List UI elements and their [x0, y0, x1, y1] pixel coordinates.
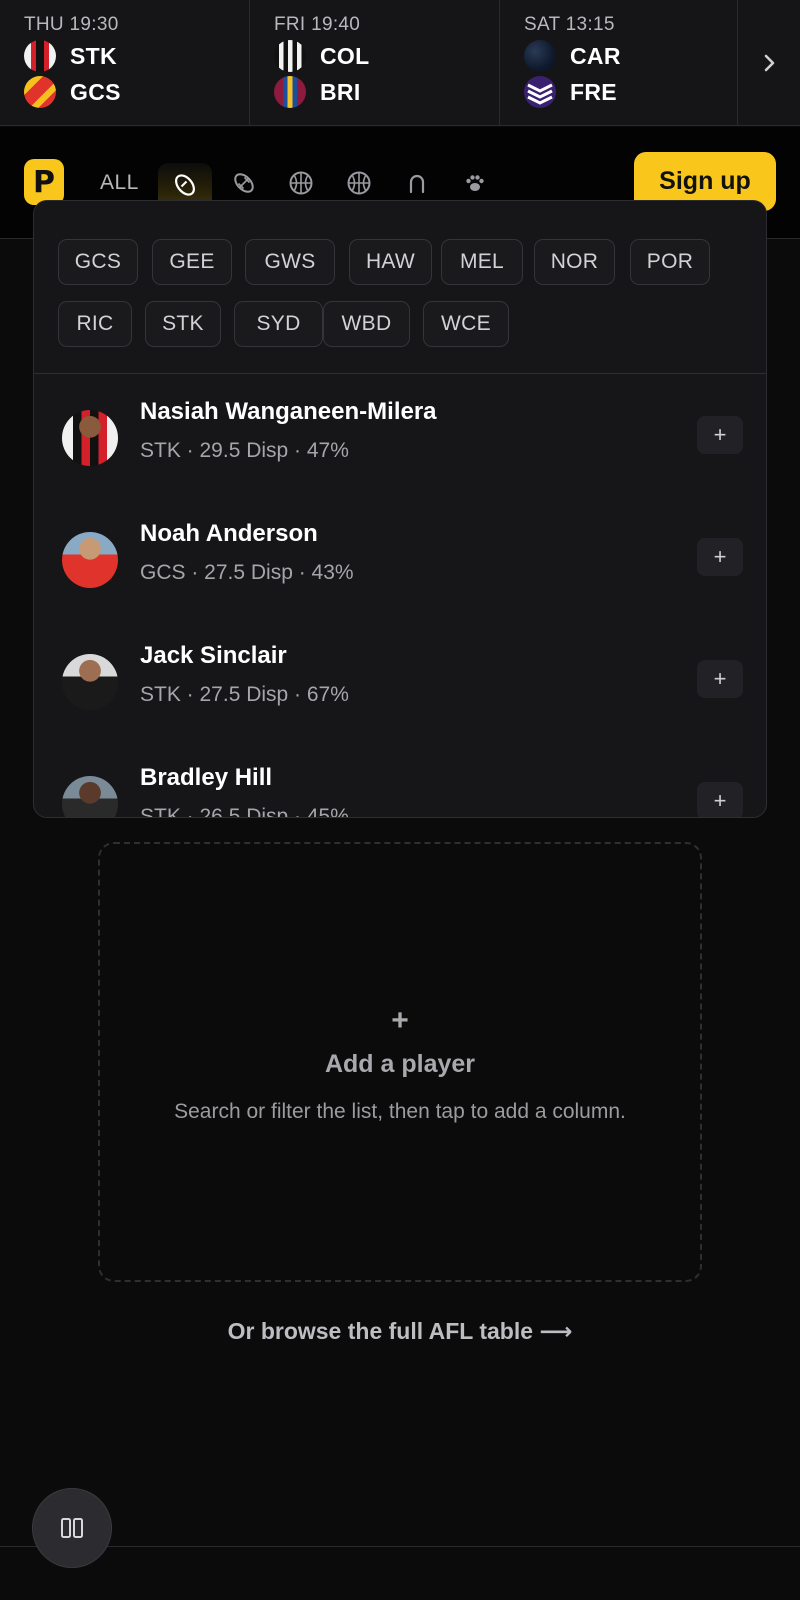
player-stats: STK · 29.5 Disp · 47%: [140, 439, 349, 462]
player-picker-panel: GCS GEE GWS HAW MEL NOR POR RIC STK SYD …: [33, 200, 767, 818]
empty-card-title: Add a player: [324, 1050, 476, 1078]
team-filter-chip[interactable]: WCE: [423, 301, 509, 347]
avatar: [62, 410, 118, 466]
basketball-icon: [289, 171, 313, 195]
fixture-away-team: FRE: [524, 74, 737, 110]
nav-tab-basketball[interactable]: [281, 163, 321, 203]
team-filter-chip[interactable]: SYD: [234, 301, 323, 347]
team-filter-chip[interactable]: POR: [630, 239, 710, 285]
bri-logo-icon: [274, 76, 306, 108]
browse-afl-table-link[interactable]: Or browse the full AFL table ⟶: [0, 1318, 800, 1345]
car-logo-icon: [524, 40, 556, 72]
team-code: FRE: [570, 78, 617, 105]
player-row[interactable]: Nasiah Wanganeen-Milera STK · 29.5 Disp …: [34, 374, 766, 496]
team-code: CAR: [570, 42, 621, 69]
fixture-home-team: CAR: [524, 38, 737, 74]
team-filter-chip[interactable]: GWS: [245, 239, 335, 285]
player-row[interactable]: Bradley Hill STK · 26.5 Disp · 45% +: [34, 740, 766, 818]
team-filter-chip[interactable]: RIC: [58, 301, 132, 347]
basketball-icon: [347, 171, 371, 195]
player-name: Nasiah Wanganeen-Milera: [140, 398, 437, 425]
team-code: GCS: [70, 78, 121, 105]
team-filter-chip[interactable]: MEL: [441, 239, 523, 285]
col-logo-icon: [274, 40, 306, 72]
team-filter-chip[interactable]: HAW: [349, 239, 432, 285]
fixture-time: THU 19:30: [24, 14, 119, 35]
horseshoe-icon: [409, 174, 425, 194]
player-stats: GCS · 27.5 Disp · 43%: [140, 561, 354, 584]
team-filter-chip[interactable]: NOR: [534, 239, 615, 285]
rugby-ball-icon: [234, 173, 254, 193]
nav-all-tab[interactable]: ALL: [100, 171, 139, 195]
nav-tab-greyhounds[interactable]: [455, 163, 495, 203]
add-player-button[interactable]: +: [697, 538, 743, 576]
add-player-button[interactable]: +: [697, 782, 743, 817]
nav-tab-basketball-2[interactable]: [339, 163, 379, 203]
brand-logo[interactable]: P: [24, 159, 64, 205]
fixture-time: FRI 19:40: [274, 14, 361, 35]
columns-icon: [61, 1518, 83, 1538]
fixture-card[interactable]: SAT 13:15 CAR FRE: [500, 0, 738, 126]
team-code: STK: [70, 42, 117, 69]
player-row[interactable]: Jack Sinclair STK · 27.5 Disp · 67% +: [34, 618, 766, 740]
stk-logo-icon: [24, 40, 56, 72]
team-filter-chip[interactable]: WBD: [323, 301, 410, 347]
fixture-time: SAT 13:15: [524, 14, 615, 35]
plus-icon: +: [391, 1004, 409, 1037]
bottom-divider: [0, 1546, 800, 1547]
team-code: COL: [320, 42, 370, 69]
player-name: Bradley Hill: [140, 764, 273, 791]
gcs-logo-icon: [24, 76, 56, 108]
team-filter-chips: GCS GEE GWS HAW MEL NOR POR RIC STK SYD …: [34, 201, 766, 374]
compare-columns-button[interactable]: [32, 1488, 112, 1568]
paw-icon: [466, 175, 484, 191]
fixtures-strip: THU 19:30 STK GCS FRI 19:40 COL BRI SAT …: [0, 0, 800, 126]
empty-card-subtitle: Search or filter the list, then tap to a…: [174, 1100, 626, 1123]
player-name: Noah Anderson: [140, 520, 318, 547]
team-filter-chip[interactable]: STK: [145, 301, 221, 347]
team-filter-chip[interactable]: GEE: [152, 239, 232, 285]
fixture-away-team: GCS: [24, 74, 249, 110]
team-filter-chip[interactable]: GCS: [58, 239, 138, 285]
fixture-away-team: BRI: [274, 74, 499, 110]
fre-logo-icon: [524, 76, 556, 108]
nav-tab-racing[interactable]: [397, 163, 437, 203]
afl-football-icon: [175, 173, 195, 196]
chevron-right-icon: [764, 54, 775, 71]
team-code: BRI: [320, 78, 361, 105]
nav-tab-rugby[interactable]: [224, 163, 264, 203]
fixture-card[interactable]: FRI 19:40 COL BRI: [250, 0, 500, 126]
player-row[interactable]: Noah Anderson GCS · 27.5 Disp · 43% +: [34, 496, 766, 618]
player-stats: STK · 27.5 Disp · 67%: [140, 683, 349, 706]
fixture-home-team: COL: [274, 38, 499, 74]
fixture-card[interactable]: THU 19:30 STK GCS: [0, 0, 250, 126]
add-player-button[interactable]: +: [697, 416, 743, 454]
player-name: Jack Sinclair: [140, 642, 287, 669]
avatar: [62, 776, 118, 817]
brand-letter: P: [33, 164, 55, 200]
avatar: [62, 654, 118, 710]
fixtures-next-button[interactable]: [738, 0, 800, 125]
add-player-card[interactable]: + Add a player Search or filter the list…: [98, 842, 702, 1282]
player-stats: STK · 26.5 Disp · 45%: [140, 805, 349, 818]
fixture-home-team: STK: [24, 38, 249, 74]
avatar: [62, 532, 118, 588]
add-player-button[interactable]: +: [697, 660, 743, 698]
